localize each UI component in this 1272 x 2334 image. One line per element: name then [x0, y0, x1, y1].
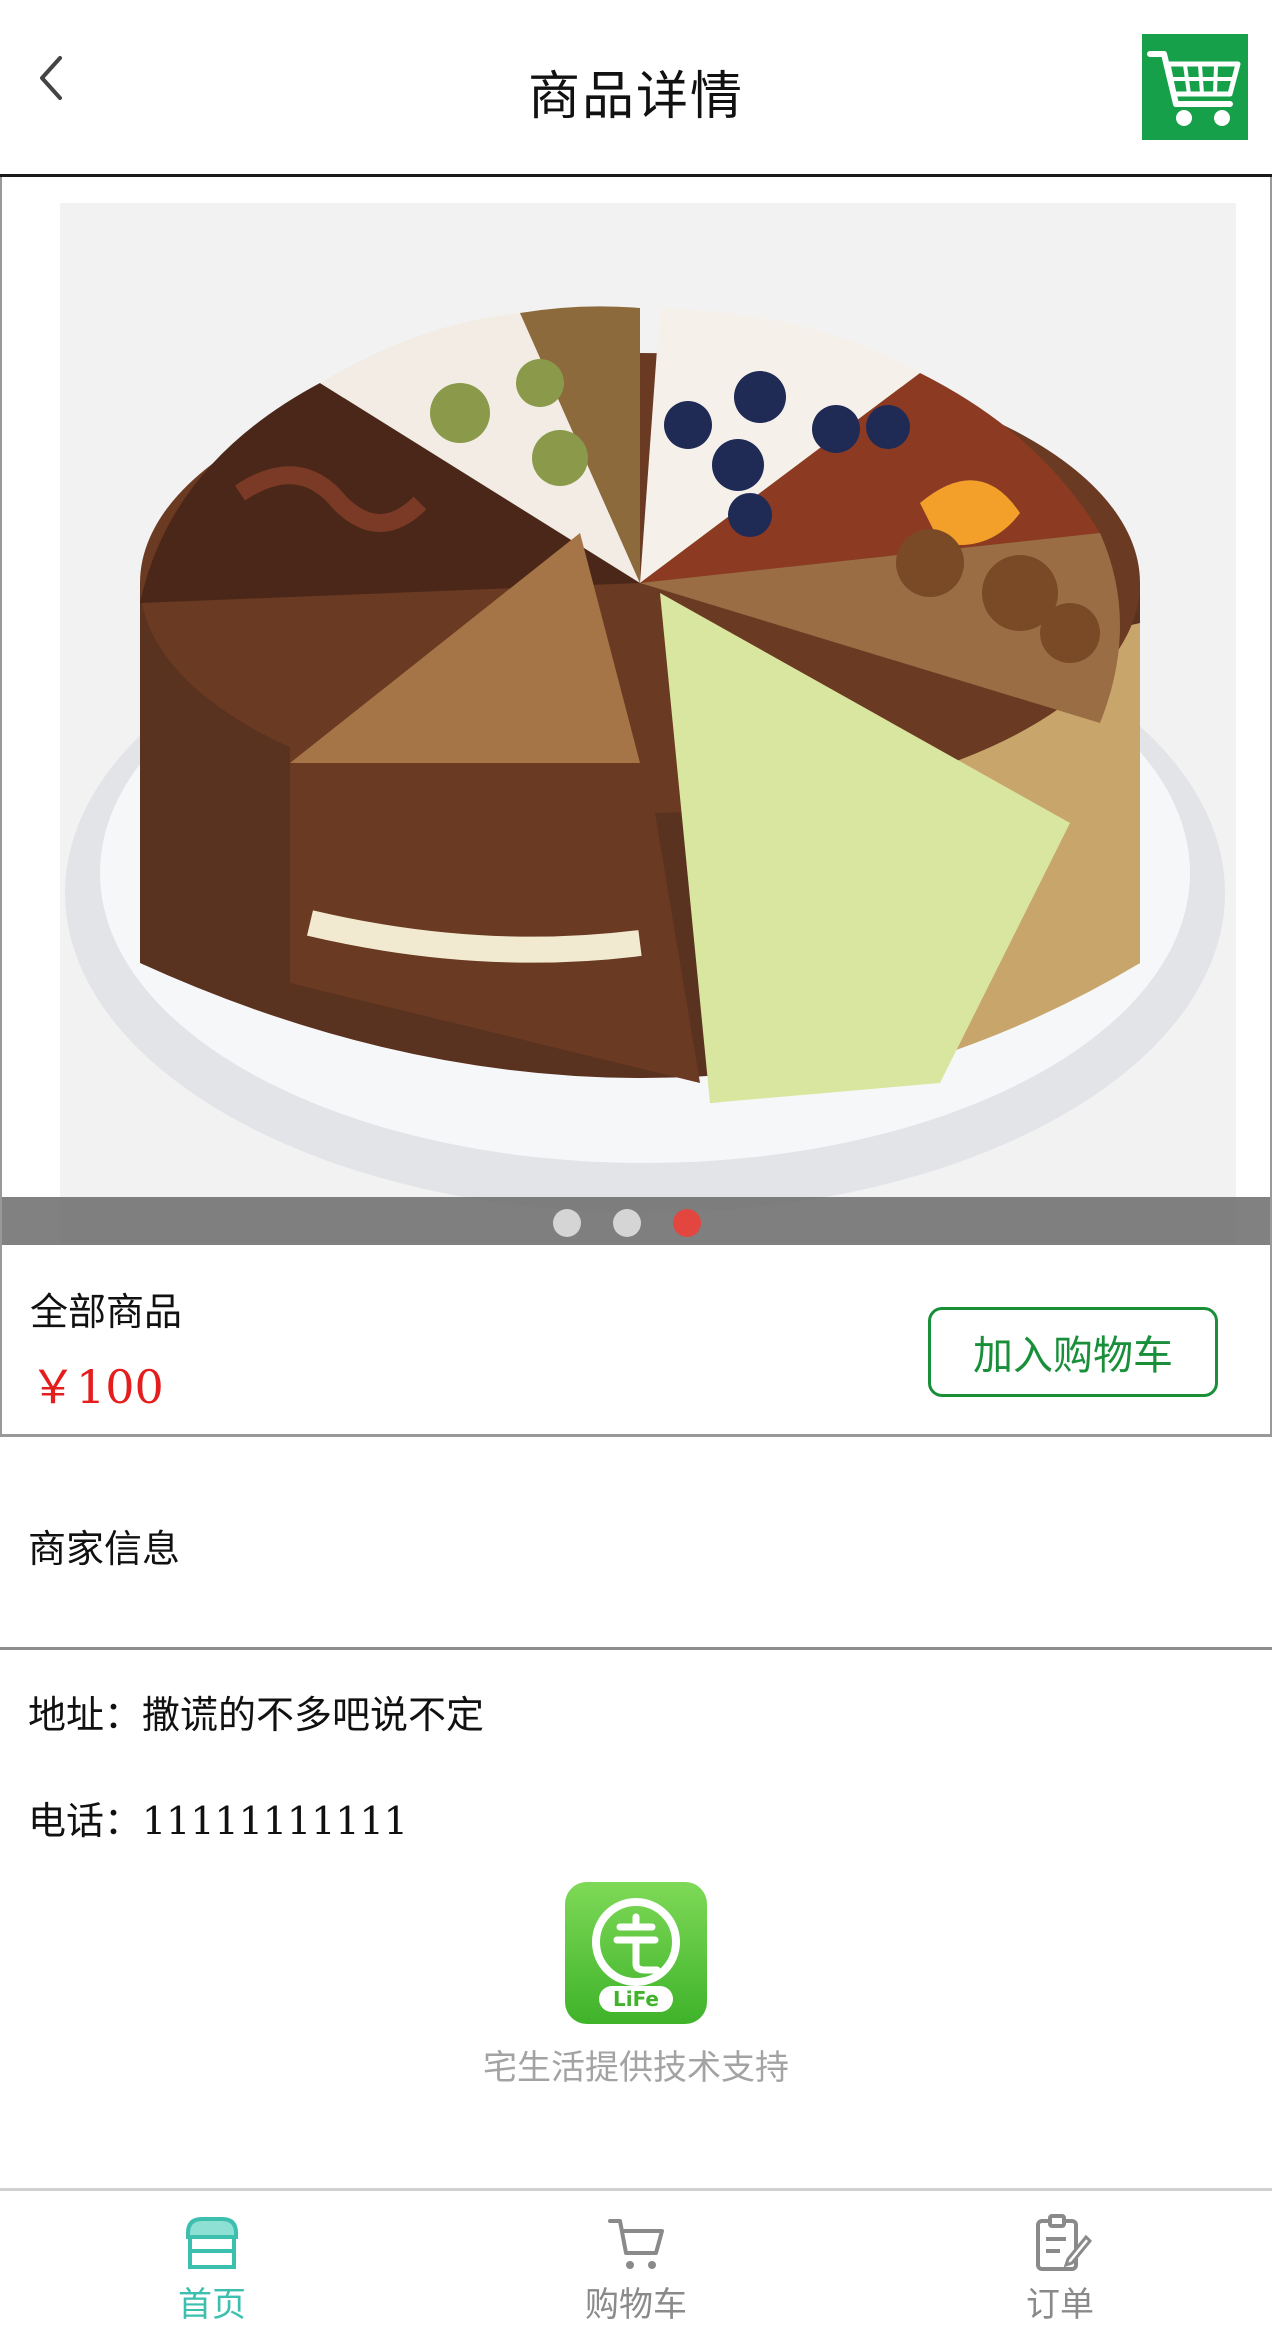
bottom-tab-bar: 首页 购物车 订单 [0, 2188, 1272, 2334]
zhai-life-logo-mark: LiFe [592, 1898, 680, 2012]
merchant-section-title: 商家信息 [28, 1527, 181, 1571]
product-image-carousel[interactable] [0, 177, 1272, 1245]
add-to-cart-button[interactable]: 加入购物车 [928, 1307, 1218, 1397]
tab-home[interactable]: 首页 [0, 2191, 424, 2334]
header-bar: 商品详情 [0, 0, 1272, 177]
tab-home-label: 首页 [178, 2285, 246, 2325]
tab-orders[interactable]: 订单 [848, 2191, 1272, 2334]
cart-icon [608, 2219, 664, 2269]
merchant-phone[interactable]: 电话：11111111111 [28, 1790, 408, 1845]
merchant-address: 地址：撒谎的不多吧说不定 [28, 1693, 485, 1737]
carousel-dot-1[interactable] [553, 1209, 581, 1237]
tab-cart[interactable]: 购物车 [424, 2191, 848, 2334]
product-name: 全部商品 [30, 1290, 183, 1334]
product-price: ￥100 [30, 1360, 164, 1414]
shopping-cart-icon [1147, 51, 1241, 126]
store-icon [186, 2217, 238, 2269]
product-detail-page: 商品详情 全部商品 ￥100 加入购物车 商家信息 地址：撒谎的不多吧说不定 电… [0, 0, 1272, 2334]
section-divider [0, 1647, 1272, 1650]
product-info: 全部商品 ￥100 加入购物车 [0, 1245, 1272, 1437]
powered-by-text: 宅生活提供技术支持 [483, 2048, 789, 2088]
tab-orders-label: 订单 [1026, 2285, 1094, 2325]
zhai-life-logo: LiFe [565, 1882, 707, 2024]
carousel-dot-2[interactable] [613, 1209, 641, 1237]
cake-image [60, 203, 1236, 1243]
page-title: 商品详情 [527, 67, 744, 127]
carousel-dot-3[interactable] [673, 1209, 701, 1237]
svg-text:LiFe: LiFe [613, 1987, 659, 2011]
order-icon [1036, 2214, 1092, 2271]
tab-cart-label: 购物车 [585, 2285, 687, 2325]
header-cart-button[interactable] [1142, 34, 1248, 140]
